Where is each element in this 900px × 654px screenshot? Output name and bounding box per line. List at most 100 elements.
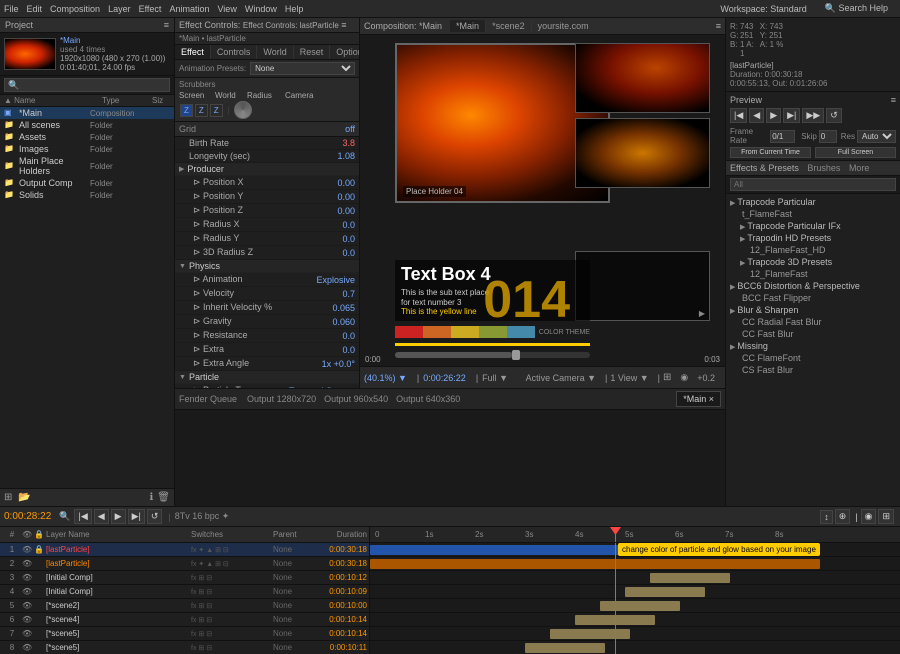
menu-view[interactable]: View xyxy=(217,4,236,14)
full-screen-btn[interactable]: Full Screen xyxy=(815,147,896,158)
project-item-solids[interactable]: 📁 Solids Folder xyxy=(0,189,174,201)
project-item-placeholders[interactable]: 📁 Main Place Holders Folder xyxy=(0,155,174,177)
tab-yoursite[interactable]: yoursite.com xyxy=(532,20,595,32)
layer-row-4[interactable]: 4 👁 [Initial Comp] fx ⊞ ⊟ None 0:00:10:0… xyxy=(0,585,369,599)
timeline-search-icon[interactable]: 🔍 xyxy=(59,511,70,522)
tl-loop[interactable]: ↺ xyxy=(147,509,163,524)
tab-controls[interactable]: Controls xyxy=(211,45,258,59)
tl-skip-back[interactable]: |◀ xyxy=(74,509,91,524)
layer-eye-5[interactable]: 👁 xyxy=(22,601,34,610)
frame-rate-input[interactable] xyxy=(770,130,795,143)
active-camera[interactable]: Active Camera ▼ xyxy=(526,373,596,383)
tl-play[interactable]: ▶ xyxy=(111,509,126,524)
pos-x-value[interactable]: 0.00 xyxy=(337,178,355,188)
layer-eye-6[interactable]: 👁 xyxy=(22,615,34,624)
timeline-current-time[interactable]: 0:00:28:22 xyxy=(4,511,51,522)
menu-animation[interactable]: Animation xyxy=(169,4,209,14)
effects-item-fast-flipper[interactable]: BCC Fast Flipper xyxy=(726,292,900,304)
pos-z-value[interactable]: 0.00 xyxy=(337,206,355,216)
extra-value[interactable]: 0.0 xyxy=(342,345,355,355)
layer-lock-1[interactable]: 🔒 xyxy=(34,545,46,554)
extra-angle-value[interactable]: 1x +0.0° xyxy=(322,359,355,369)
axis-y-btn[interactable]: Z xyxy=(195,104,208,117)
scrub-handle[interactable] xyxy=(512,350,520,360)
effects-search-input[interactable] xyxy=(730,178,896,191)
render-queue-label[interactable]: Fender Queue xyxy=(179,394,237,404)
effects-folder-trapcode[interactable]: ▶Trapcode Particular xyxy=(726,196,900,208)
comp-options-icon[interactable]: ≡ xyxy=(716,21,721,31)
skip-input[interactable] xyxy=(819,130,837,143)
view-select[interactable]: 1 View ▼ xyxy=(610,373,648,383)
tab-options[interactable]: Options xyxy=(330,45,360,59)
tl-draft[interactable]: ⊞ xyxy=(878,509,894,524)
inherit-vel-value[interactable]: 0.065 xyxy=(332,303,355,313)
new-folder-icon[interactable]: 📂 xyxy=(18,492,30,503)
pos-y-value[interactable]: 0.00 xyxy=(337,192,355,202)
effects-folder-blur[interactable]: ▶Blur & Sharpen xyxy=(726,304,900,316)
layer-eye-1[interactable]: 👁 xyxy=(22,545,34,554)
layer-eye-3[interactable]: 👁 xyxy=(22,573,34,582)
more-tab[interactable]: More xyxy=(849,163,870,173)
project-options-icon[interactable]: ≡ xyxy=(164,20,169,30)
camera-knob[interactable] xyxy=(234,101,252,119)
effects-folder-missing[interactable]: ▶Missing xyxy=(726,340,900,352)
grid-btn[interactable]: ⊞ xyxy=(663,372,671,383)
delete-icon[interactable]: 🗑 xyxy=(157,492,170,503)
effects-item-fast-blur[interactable]: CC Fast Blur xyxy=(726,328,900,340)
resistance-value[interactable]: 0.0 xyxy=(342,331,355,341)
tab-main-tl[interactable]: *Main × xyxy=(676,391,721,407)
brushes-tab[interactable]: Brushes xyxy=(807,163,840,173)
axis-x-btn[interactable]: Z xyxy=(180,104,193,117)
effects-item-flamefast[interactable]: t_FlameFast xyxy=(726,208,900,220)
comp-current-time[interactable]: 0:00:26:22 xyxy=(423,373,466,383)
prev-start-btn[interactable]: |◀ xyxy=(730,108,747,123)
layer-row-8[interactable]: 8 👁 [*scene5] fx ⊞ ⊟ None 0:00:10:11 xyxy=(0,641,369,654)
layer-eye-8[interactable]: 👁 xyxy=(22,643,34,652)
timeline-tracks-area[interactable]: 0 1s 2s 3s 4s 5s 6s 7s 8s change color o… xyxy=(370,527,900,654)
effects-folder-trapcode-ifx[interactable]: ▶Trapcode Particular IFx xyxy=(726,220,900,232)
gravity-value[interactable]: 0.060 xyxy=(332,317,355,327)
preview-options[interactable]: ≡ xyxy=(891,95,896,105)
animation-value[interactable]: Explosive xyxy=(316,275,355,285)
ruler-playhead-handle[interactable] xyxy=(610,527,621,535)
tab-effect[interactable]: Effect xyxy=(175,45,211,59)
layer-row-7[interactable]: 7 👁 [*scene5] fx ⊞ ⊟ None 0:00:10:14 xyxy=(0,627,369,641)
effects-item-radial-blur[interactable]: CC Radial Fast Blur xyxy=(726,316,900,328)
menu-help[interactable]: Help xyxy=(285,4,304,14)
tab-main[interactable]: *Main xyxy=(450,20,486,32)
project-search-input[interactable] xyxy=(4,78,170,92)
layer-eye-2[interactable]: 👁 xyxy=(22,559,34,568)
project-item-assets[interactable]: 📁 Assets Folder xyxy=(0,131,174,143)
snap-btn[interactable]: ◉ xyxy=(680,372,688,383)
velocity-value[interactable]: 0.7 xyxy=(342,289,355,299)
layer-row-5[interactable]: 5 👁 [*scene2] fx ⊞ ⊟ None 0:00:10:00 xyxy=(0,599,369,613)
effects-folder-trapodin-hd[interactable]: ▶Trapodin HD Presets xyxy=(726,232,900,244)
tl-tool-move[interactable]: ↕ xyxy=(820,510,833,524)
plus-btn[interactable]: +0.2 xyxy=(697,373,715,383)
radius-y-value[interactable]: 0.0 xyxy=(342,234,355,244)
axis-z-btn[interactable]: Z xyxy=(210,104,223,117)
prev-fwd-btn[interactable]: ▶| xyxy=(783,108,800,123)
tl-solo[interactable]: ◉ xyxy=(861,509,877,524)
menu-effect[interactable]: Effect xyxy=(139,4,162,14)
effects-item-flamefast2[interactable]: 12_FlameFast xyxy=(726,268,900,280)
search-help[interactable]: 🔍 Search Help xyxy=(825,3,888,14)
producer-header[interactable]: ▶ Producer xyxy=(175,163,359,176)
layer-row-3[interactable]: 3 👁 [Initial Comp] fx ⊞ ⊟ None 0:00:10:1… xyxy=(0,571,369,585)
comp-magnification[interactable]: (40.1%) ▼ xyxy=(364,373,407,383)
animation-presets-select[interactable]: None xyxy=(250,62,355,75)
radius-x-value[interactable]: 0.0 xyxy=(342,220,355,230)
new-comp-icon[interactable]: ⊞ xyxy=(4,492,12,503)
prev-loop-btn[interactable]: ↺ xyxy=(826,108,842,123)
scrub-bar[interactable] xyxy=(395,352,590,358)
tl-fwd-frame[interactable]: ▶| xyxy=(128,509,145,524)
from-current-btn[interactable]: From Current Time xyxy=(730,147,811,158)
effects-item-cs-fast-blur[interactable]: CS Fast Blur xyxy=(726,364,900,376)
menu-edit[interactable]: Edit xyxy=(27,4,43,14)
prev-ram-btn[interactable]: ▶▶ xyxy=(802,108,824,123)
resolution-select[interactable]: Auto Full Half xyxy=(857,130,896,143)
physics-header[interactable]: ▼ Physics xyxy=(175,260,359,273)
layer-row-2[interactable]: 2 👁 [lastParticle] fx ✦ ▲ ⊞ ⊟ None 0:00:… xyxy=(0,557,369,571)
tab-world[interactable]: World xyxy=(257,45,293,59)
tl-back-frame[interactable]: ◀ xyxy=(94,509,109,524)
